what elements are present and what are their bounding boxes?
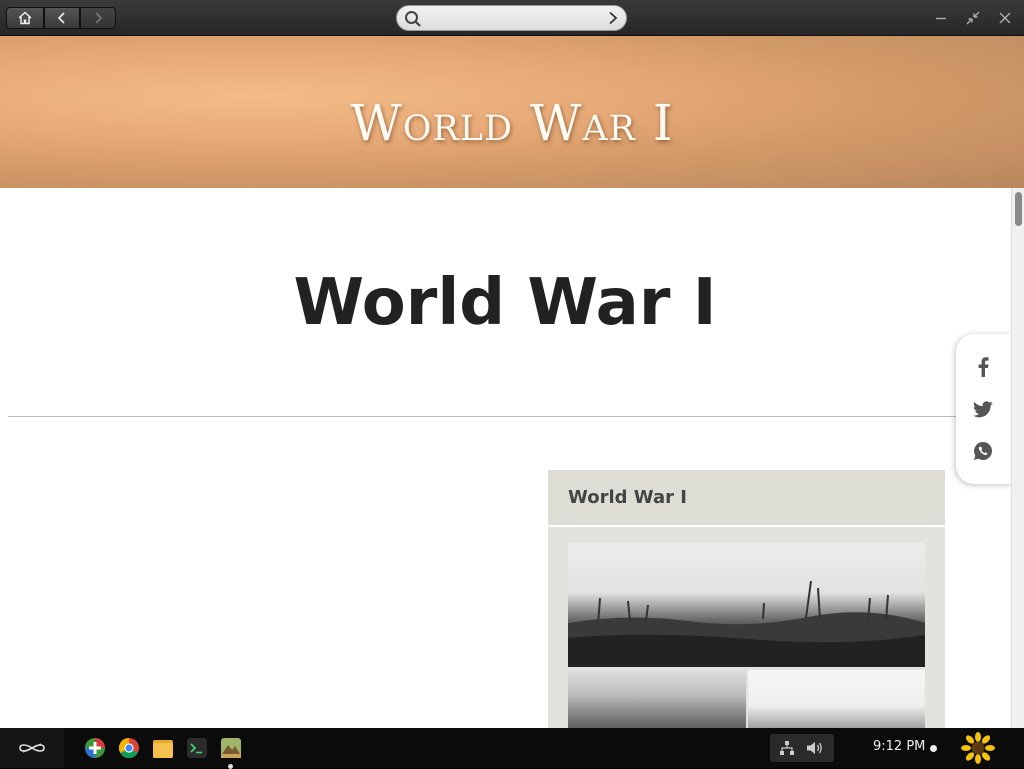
- facebook-icon: [978, 357, 989, 377]
- app-center-launcher[interactable]: [84, 737, 106, 759]
- chrome-launcher[interactable]: [118, 737, 140, 759]
- infobox-title: World War I: [568, 487, 687, 508]
- facebook-share-button[interactable]: [972, 356, 994, 378]
- home-button[interactable]: [6, 7, 44, 29]
- twitter-icon: [973, 400, 993, 417]
- files-icon: [153, 740, 173, 758]
- chrome-icon: [118, 737, 139, 759]
- page-viewport: World War I World War I World War I: [0, 36, 1024, 728]
- infobox-header: World War I: [548, 470, 945, 527]
- encyclopedia-launcher[interactable]: [220, 737, 242, 759]
- unmaximize-icon: [966, 11, 980, 25]
- close-button[interactable]: [996, 9, 1014, 27]
- article-title: World War I: [293, 266, 717, 340]
- vehicles-photo: [748, 670, 925, 728]
- taskbar: 9:12 PM: [0, 728, 1024, 769]
- encyclopedia-icon: [221, 738, 241, 758]
- twitter-share-button[interactable]: [972, 398, 994, 420]
- start-button[interactable]: [0, 728, 64, 768]
- search-box[interactable]: [396, 5, 627, 31]
- browser-toolbar: [0, 0, 1024, 36]
- home-icon: [18, 11, 32, 25]
- infobox-photo-montage: [568, 543, 925, 728]
- title-divider: [8, 416, 968, 417]
- active-app-indicator: [228, 764, 233, 769]
- system-tray: [770, 734, 834, 762]
- infobox: World War I: [548, 470, 945, 728]
- close-icon: [999, 12, 1011, 24]
- share-panel: [956, 334, 1012, 484]
- go-arrow-icon[interactable]: [608, 11, 618, 25]
- nav-buttons: [6, 7, 116, 29]
- endless-logo-icon: [19, 743, 45, 753]
- app-center-icon: [85, 738, 105, 758]
- sunflower-icon: [961, 732, 995, 764]
- whatsapp-share-button[interactable]: [972, 440, 994, 462]
- forward-arrow-icon: [95, 12, 103, 24]
- back-arrow-icon: [57, 12, 65, 24]
- search-icon: [405, 11, 421, 27]
- trench-photo: [568, 670, 746, 728]
- terminal-icon: [187, 738, 207, 758]
- forward-button[interactable]: [80, 7, 116, 29]
- volume-icon[interactable]: [806, 740, 824, 756]
- files-launcher[interactable]: [152, 737, 174, 759]
- back-button[interactable]: [44, 7, 80, 29]
- vertical-scrollbar[interactable]: [1011, 188, 1024, 728]
- network-icon[interactable]: [779, 740, 795, 756]
- restore-button[interactable]: [964, 9, 982, 27]
- battlefield-photo: [568, 543, 925, 667]
- banner-title: World War I: [350, 94, 674, 152]
- battlefield-image: [568, 580, 925, 667]
- header-banner: World War I: [0, 36, 1024, 188]
- search-input[interactable]: [427, 9, 597, 27]
- user-menu-button[interactable]: [961, 732, 995, 764]
- minimize-icon: [936, 17, 946, 20]
- notification-dot: [930, 745, 937, 752]
- minimize-button[interactable]: [932, 9, 950, 27]
- whatsapp-icon: [974, 442, 992, 460]
- scrollbar-thumb[interactable]: [1015, 192, 1022, 226]
- clock[interactable]: 9:12 PM: [873, 739, 925, 754]
- terminal-launcher[interactable]: [186, 737, 208, 759]
